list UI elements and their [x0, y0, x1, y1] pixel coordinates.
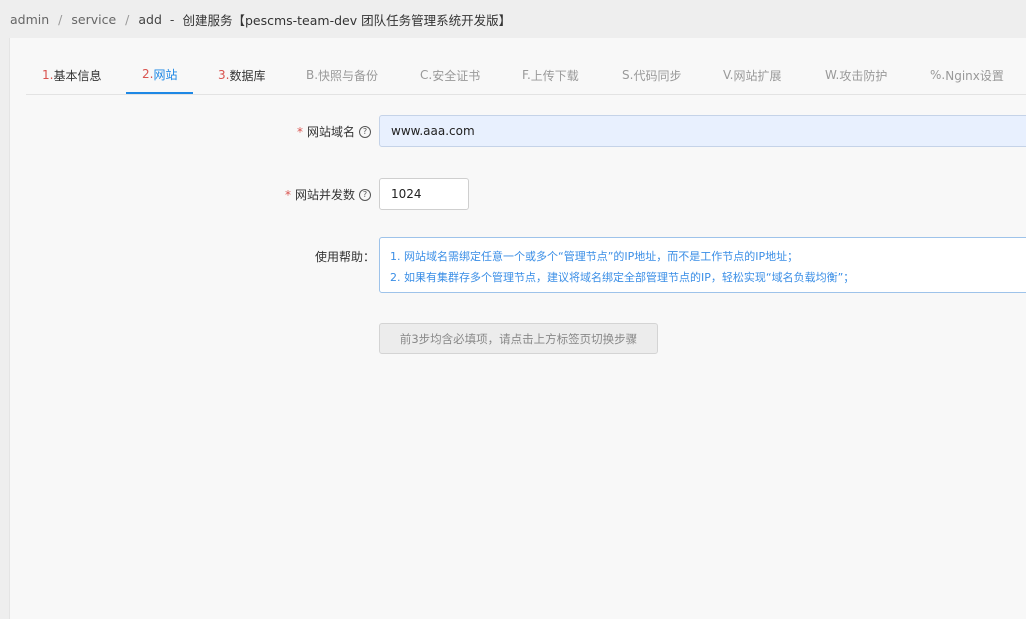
tab-label: 网站扩展: [733, 68, 782, 83]
tab-number: 3.: [218, 68, 230, 82]
tab-basic-info[interactable]: 1. 基本信息: [42, 56, 101, 94]
tab-upload-download[interactable]: F. 上传下载: [522, 56, 579, 94]
tab-label: 攻击防护: [839, 68, 888, 83]
breadcrumb-service[interactable]: service: [71, 12, 116, 27]
tab-label: 代码同步: [633, 68, 682, 83]
concurrency-row: * 网站并发数 ? 1024: [10, 178, 1026, 210]
tab-bar: 1. 基本信息 2. 网站 3. 数据库 B. 快照与备份 C. 安全证书 F. 上传下载 …: [26, 56, 1026, 95]
tab-number: S.: [622, 68, 634, 82]
tab-snapshot-backup[interactable]: B. 快照与备份: [306, 56, 378, 94]
tab-number: C.: [420, 68, 433, 82]
page-title: 创建服务【pescms-team-dev 团队任务管理系统开发版】: [182, 12, 512, 28]
required-mark: *: [296, 124, 303, 139]
help-line: 1. 网站域名需绑定任意一个或多个“管理节点”的IP地址，而不是工作节点的IP地…: [390, 250, 799, 263]
help-line: 2. 如果有集群存多个管理节点，建议将域名绑定全部管理节点的IP，轻松实现“域名…: [390, 271, 855, 284]
breadcrumb-add: add: [138, 11, 162, 27]
help-label: 使用帮助：: [314, 250, 375, 264]
submit-button[interactable]: 前3步均含必填项，请点击上方标签页切换步骤: [379, 323, 658, 354]
tab-code-sync[interactable]: S. 代码同步: [622, 56, 681, 94]
help-box: 1. 网站域名需绑定任意一个或多个“管理节点”的IP地址，而不是工作节点的IP地…: [379, 237, 1026, 293]
help-row: 使用帮助： 1. 网站域名需绑定任意一个或多个“管理节点”的IP地址，而不是工作…: [10, 237, 1026, 293]
concurrency-input[interactable]: 1024: [379, 178, 469, 210]
tab-label: 网站: [153, 67, 178, 82]
tab-nginx-settings[interactable]: %. Nginx设置: [930, 56, 1004, 94]
breadcrumb: admin / service / add - 创建服务【pescms-team…: [0, 0, 1026, 38]
breadcrumb-separator: /: [58, 11, 63, 27]
domain-input[interactable]: www.aaa.com: [379, 115, 1026, 147]
required-mark: *: [284, 187, 291, 202]
tab-website[interactable]: 2. 网站: [126, 56, 194, 94]
domain-label-text: 网站域名: [306, 125, 355, 139]
tab-number: %.: [930, 68, 946, 82]
tab-label: 上传下载: [530, 68, 579, 83]
tab-label: 安全证书: [432, 68, 481, 83]
help-circle-icon[interactable]: ?: [359, 125, 371, 138]
tab-number: 1.: [42, 68, 54, 82]
concurrency-label: * 网站并发数 ?: [285, 186, 371, 203]
tab-label: 基本信息: [53, 68, 102, 83]
tab-database[interactable]: 3. 数据库: [218, 56, 265, 94]
domain-label: * 网站域名 ?: [297, 123, 371, 140]
tab-attack-protection[interactable]: W. 攻击防护: [825, 56, 887, 94]
help-circle-icon[interactable]: ?: [359, 188, 371, 201]
breadcrumb-separator: /: [125, 11, 130, 27]
main-panel: 1. 基本信息 2. 网站 3. 数据库 B. 快照与备份 C. 安全证书 F. 上传下载 …: [9, 38, 1026, 619]
breadcrumb-admin[interactable]: admin: [10, 12, 49, 27]
tab-number: 2.: [142, 67, 154, 81]
tab-label: 数据库: [229, 68, 266, 83]
concurrency-label-text: 网站并发数: [294, 188, 355, 202]
tab-number: W.: [825, 68, 840, 82]
breadcrumb-dash: -: [169, 11, 175, 27]
tab-ssl-certificate[interactable]: C. 安全证书: [420, 56, 480, 94]
tab-site-extension[interactable]: V. 网站扩展: [723, 56, 782, 94]
tab-number: F.: [522, 68, 531, 82]
tab-label: 快照与备份: [318, 68, 379, 83]
tab-number: B.: [306, 68, 319, 82]
tab-label: Nginx设置: [945, 68, 1004, 83]
tab-number: V.: [723, 68, 734, 82]
domain-row: * 网站域名 ? www.aaa.com: [10, 115, 1026, 147]
